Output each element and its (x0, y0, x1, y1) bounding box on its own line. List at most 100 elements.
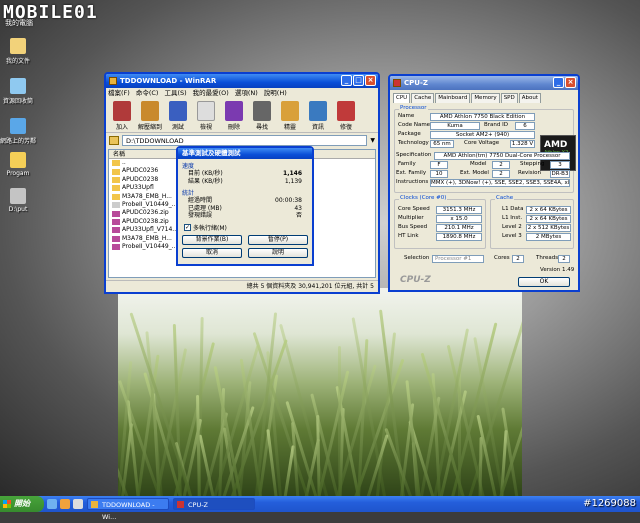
file-name: .. (122, 159, 126, 166)
file-icon (112, 202, 120, 209)
ext-family-label: Ext. Family (396, 170, 427, 176)
processor-group-label: Processor (399, 105, 428, 111)
tool-find-button[interactable]: 尋找 (250, 101, 274, 131)
tab-mainboard[interactable]: Mainboard (435, 93, 471, 103)
task-winrar[interactable]: TDDOWNLOAD - Wi... (87, 498, 169, 521)
folder-icon (112, 193, 120, 200)
desktop-icon-progam[interactable]: Progam (0, 152, 36, 177)
multithread-checkbox[interactable]: ✓ 多執行緒(M) (184, 223, 306, 232)
tab-cpu[interactable]: CPU (393, 93, 411, 103)
package-label: Package (398, 131, 421, 137)
background-button[interactable]: 背景作業(B) (182, 234, 242, 245)
multiplier-value: x 15.0 (436, 215, 482, 223)
tool-add-button[interactable]: 加入 (110, 101, 134, 131)
wallpaper-wheat-photo (118, 288, 522, 496)
tab-cache[interactable]: Cache (411, 93, 435, 103)
menu-commands[interactable]: 命令(C) (136, 88, 159, 99)
tab-memory[interactable]: Memory (471, 93, 500, 103)
menu-tools[interactable]: 工具(S) (164, 88, 186, 99)
desktop-icon-recycle-bin[interactable]: 資源回收筒 (0, 78, 36, 105)
quicklaunch-desktop-icon[interactable] (73, 499, 83, 509)
maximize-button[interactable]: □ (353, 75, 364, 86)
tab-spd[interactable]: SPD (500, 93, 518, 103)
desktop-icon-my-documents[interactable]: 我的文件 (0, 38, 36, 65)
menu-help[interactable]: 說明(H) (264, 88, 287, 99)
quicklaunch-ie-icon[interactable] (47, 499, 57, 509)
start-button[interactable]: 開始 (0, 496, 44, 512)
up-folder-icon[interactable] (109, 135, 119, 145)
add-archive-icon (113, 101, 131, 121)
family-value: F (430, 161, 448, 169)
errors-label: 發現錯誤 (188, 212, 213, 219)
cache-group-label: Cache (495, 195, 515, 201)
tool-extract-button[interactable]: 解壓縮到 (138, 101, 162, 131)
level3-label: Level 3 (502, 233, 522, 239)
folder-icon (112, 168, 120, 175)
tool-view-button[interactable]: 檢視 (194, 101, 218, 131)
my-computer-label: 我的電腦 (5, 19, 33, 27)
cancel-button[interactable]: 取消 (182, 247, 242, 258)
watermark-id: #1269088 (583, 498, 636, 509)
cpuz-titlebar[interactable]: CPU-Z _ × (390, 76, 578, 90)
model-value: 2 (492, 161, 510, 169)
winrar-titlebar[interactable]: TDDOWNLOAD - WinRAR _ □ × (106, 74, 378, 88)
file-name: APUDC0238 (122, 175, 159, 183)
wheat-blade (338, 346, 341, 496)
checkbox-checked-icon: ✓ (184, 223, 191, 231)
tool-repair-button[interactable]: 修復 (334, 101, 358, 131)
revision-value: DR-B3 (550, 170, 570, 178)
pause-button[interactable]: 暫停(P) (248, 234, 308, 245)
minimize-button[interactable]: _ (553, 77, 564, 88)
ext-model-label: Ext. Model (460, 170, 489, 176)
benchmark-titlebar[interactable]: 基準測試及硬體測試 (178, 148, 312, 159)
wizard-icon (281, 101, 299, 121)
folder-icon (112, 160, 120, 167)
close-button[interactable]: × (565, 77, 576, 88)
benchmark-dialog[interactable]: 基準測試及硬體測試 速度 目前 (KB/秒) 1,146 結果 (KB/秒) 1,1… (176, 146, 314, 266)
desktop-icon-dput[interactable]: D:\put (0, 188, 36, 213)
code-name-value: Kuma (430, 122, 480, 130)
menu-file[interactable]: 檔案(F) (108, 88, 130, 99)
bus-speed-value: 210.1 MHz (436, 224, 482, 232)
desktop-icon-network[interactable]: 網路上的芳鄰 (0, 118, 36, 145)
ht-link-value: 1890.8 MHz (436, 233, 482, 241)
cpuz-window[interactable]: CPU-Z _ × CPU Cache Mainboard Memory SPD … (388, 74, 580, 292)
file-name: ProbeII_V10449_... (122, 242, 178, 250)
folder-icon (112, 176, 120, 183)
minimize-button[interactable]: _ (341, 75, 352, 86)
menu-favorites[interactable]: 我的最愛(O) (193, 88, 229, 99)
tool-test-button[interactable]: 測試 (166, 101, 190, 131)
specification-value: AMD Athlon(tm) 7750 Dual-Core Processor (434, 152, 570, 160)
dropdown-arrow-icon[interactable]: ▼ (370, 137, 375, 144)
technology-label: Technology (398, 140, 429, 146)
network-icon (10, 118, 26, 134)
close-button[interactable]: × (365, 75, 376, 86)
cores-label: Cores (494, 255, 510, 261)
processor-select[interactable]: Processor #1 (432, 255, 484, 263)
tool-info-button[interactable]: 資訊 (306, 101, 330, 131)
brand-id-value: 6 (515, 122, 535, 130)
threads-label: Threads (536, 255, 559, 261)
version-label: Version 1.49 (540, 267, 575, 273)
ext-family-value: 10 (430, 170, 448, 178)
core-speed-value: 3151.3 MHz (436, 206, 482, 214)
instructions-value: MMX (+), 3DNow! (+), SSE, SSE2, SSE3, SS… (430, 179, 570, 187)
tab-about[interactable]: About (518, 93, 541, 103)
task-cpuz[interactable]: CPU-Z (173, 498, 255, 510)
recycle-bin-icon (10, 78, 26, 94)
l1-data-label: L1 Data (502, 206, 524, 212)
bus-speed-label: Bus Speed (398, 224, 428, 230)
archive-icon (112, 244, 120, 251)
result-speed-label: 結果 (KB/秒) (188, 177, 223, 185)
path-field[interactable]: D:\TDDOWNLOAD (122, 134, 368, 146)
level3-value: 2 MBytes (526, 233, 571, 241)
menu-options[interactable]: 選項(N) (235, 88, 258, 99)
help-button[interactable]: 說明 (248, 247, 308, 258)
quicklaunch-media-icon[interactable] (60, 499, 70, 509)
file-name: ProbeII_V10449_... (122, 200, 178, 208)
tool-wizard-button[interactable]: 精靈 (278, 101, 302, 131)
amd-logo-text: AMD (544, 140, 568, 150)
ok-button[interactable]: OK (518, 277, 570, 287)
file-name: APU33Upfl_V714... (122, 226, 179, 234)
tool-delete-button[interactable]: 刪除 (222, 101, 246, 131)
